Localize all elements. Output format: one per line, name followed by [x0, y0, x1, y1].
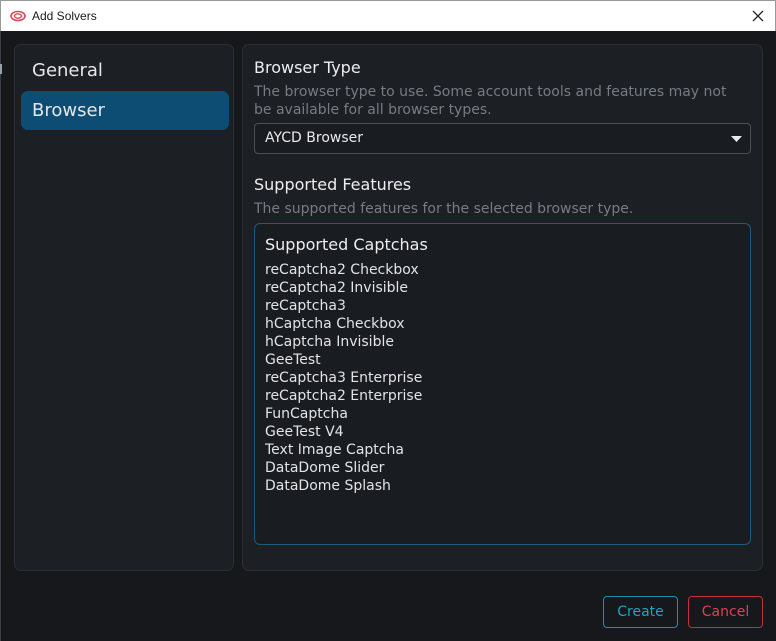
supported-captchas-heading: Supported Captchas — [265, 235, 428, 254]
create-button[interactable]: Create — [603, 596, 678, 628]
close-button[interactable] — [741, 1, 775, 31]
resize-marker — [0, 64, 2, 74]
sidebar: General Browser — [14, 44, 234, 571]
list-item: reCaptcha2 Checkbox — [265, 262, 419, 278]
list-item: Text Image Captcha — [265, 442, 404, 458]
browser-type-select[interactable]: AYCD Browser — [254, 123, 751, 154]
supported-features-title: Supported Features — [254, 175, 412, 194]
window-title: Add Solvers — [32, 9, 97, 23]
caret-down-icon — [731, 136, 742, 142]
list-item: reCaptcha3 — [265, 298, 346, 314]
list-item: FunCaptcha — [265, 406, 348, 422]
list-item: reCaptcha2 Enterprise — [265, 388, 423, 404]
sidebar-item-label: Browser — [32, 100, 105, 121]
list-item: reCaptcha3 Enterprise — [265, 370, 423, 386]
supported-features-box[interactable]: Supported Captchas reCaptcha2 Checkbox r… — [254, 223, 751, 545]
close-icon — [752, 10, 764, 22]
list-item: DataDome Splash — [265, 478, 391, 494]
browser-type-description: The browser type to use. Some account to… — [254, 84, 727, 118]
sidebar-item-label: General — [32, 60, 103, 81]
cancel-button[interactable]: Cancel — [688, 596, 763, 628]
sidebar-item-general[interactable]: General — [21, 51, 229, 90]
main-panel: Browser Type The browser type to use. So… — [242, 44, 763, 571]
list-item: DataDome Slider — [265, 460, 385, 476]
list-item: GeeTest — [265, 352, 321, 368]
list-item: hCaptcha Invisible — [265, 334, 394, 350]
window-left-edge — [0, 31, 1, 641]
captcha-list: reCaptcha2 Checkbox reCaptcha2 Invisible… — [265, 261, 422, 495]
sidebar-item-browser[interactable]: Browser — [21, 91, 229, 130]
title-bar: Add Solvers — [0, 0, 776, 31]
aycd-logo-icon — [10, 10, 26, 22]
list-item: GeeTest V4 — [265, 424, 344, 440]
supported-features-description: The supported features for the selected … — [254, 201, 634, 217]
browser-type-title: Browser Type — [254, 58, 361, 77]
list-item: hCaptcha Checkbox — [265, 316, 405, 332]
browser-type-value: AYCD Browser — [265, 130, 364, 146]
list-item: reCaptcha2 Invisible — [265, 280, 409, 296]
